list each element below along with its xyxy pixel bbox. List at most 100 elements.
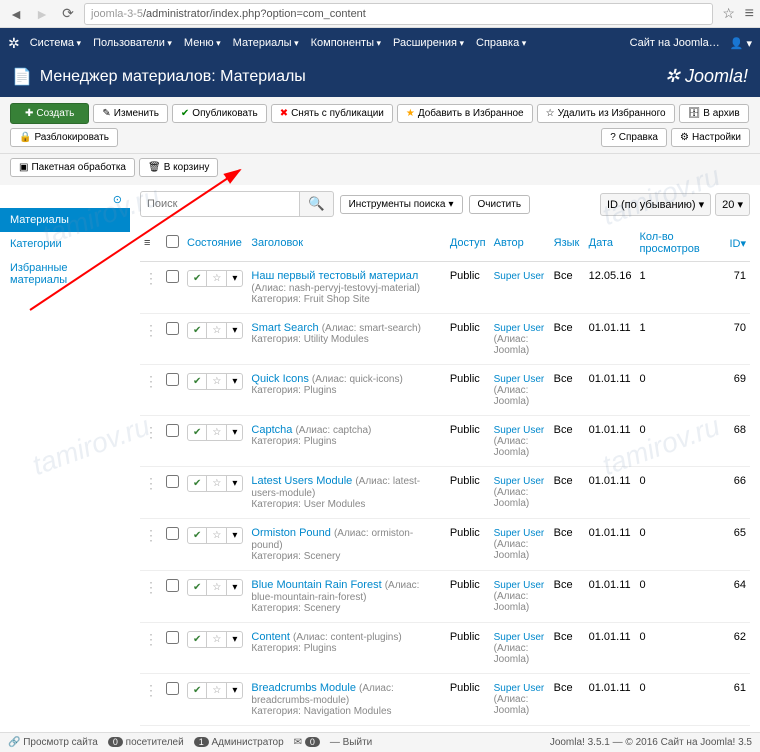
- new-button[interactable]: ✚Создать: [10, 103, 89, 124]
- article-title[interactable]: Quick Icons: [251, 373, 308, 385]
- author-link[interactable]: Super User: [494, 425, 545, 436]
- sidebar-item-featured[interactable]: Избранные материалы: [0, 256, 130, 292]
- drag-icon[interactable]: ⋮: [144, 373, 158, 389]
- messages[interactable]: ✉ 0: [294, 737, 320, 748]
- state-buttons[interactable]: ✔☆▾: [187, 424, 243, 441]
- trash-button[interactable]: 🗑В корзину: [139, 158, 218, 177]
- row-checkbox[interactable]: [166, 631, 179, 644]
- reload-icon[interactable]: ⟳: [58, 4, 78, 24]
- menu-components[interactable]: Компоненты: [311, 37, 381, 49]
- state-buttons[interactable]: ✔☆▾: [187, 475, 243, 492]
- feature-button[interactable]: ★Добавить в Избранное: [397, 104, 533, 123]
- col-state[interactable]: Состояние: [183, 225, 247, 262]
- menu-menus[interactable]: Меню: [184, 37, 221, 49]
- drag-icon[interactable]: ⋮: [144, 682, 158, 698]
- help-button[interactable]: ?Справка: [601, 128, 667, 147]
- author-link[interactable]: Super User: [494, 580, 545, 591]
- site-link[interactable]: Сайт на Joomla…: [630, 37, 720, 49]
- author-link[interactable]: Super User: [494, 476, 545, 487]
- row-checkbox[interactable]: [166, 682, 179, 695]
- publish-button[interactable]: ✔Опубликовать: [172, 104, 267, 123]
- article-title[interactable]: Breadcrumbs Module: [251, 682, 356, 694]
- state-buttons[interactable]: ✔☆▾: [187, 270, 243, 287]
- hits-cell: 0: [635, 674, 725, 726]
- drag-icon[interactable]: ⋮: [144, 475, 158, 491]
- menu-help[interactable]: Справка: [476, 37, 526, 49]
- menu-extensions[interactable]: Расширения: [393, 37, 464, 49]
- row-checkbox[interactable]: [166, 270, 179, 283]
- author-link[interactable]: Super User: [494, 632, 545, 643]
- clear-button[interactable]: Очистить: [469, 195, 531, 214]
- menu-icon[interactable]: ≡: [745, 5, 754, 23]
- drag-icon[interactable]: ⋮: [144, 424, 158, 440]
- sort-select[interactable]: ID (по убыванию) ▾: [600, 193, 711, 216]
- check-all[interactable]: [166, 235, 179, 248]
- row-checkbox[interactable]: [166, 424, 179, 437]
- admin-link[interactable]: 1 Администратор: [194, 737, 284, 748]
- back-icon[interactable]: ◄: [6, 4, 26, 24]
- preview-link[interactable]: 🔗 Просмотр сайта: [8, 737, 98, 748]
- menu-users[interactable]: Пользователи: [93, 37, 172, 49]
- drag-icon[interactable]: ⋮: [144, 527, 158, 543]
- author-link[interactable]: Super User: [494, 374, 545, 385]
- state-buttons[interactable]: ✔☆▾: [187, 322, 243, 339]
- url-bar[interactable]: joomla-3-5/administrator/index.php?optio…: [84, 3, 713, 25]
- row-checkbox[interactable]: [166, 527, 179, 540]
- forward-icon[interactable]: ►: [32, 4, 52, 24]
- row-checkbox[interactable]: [166, 322, 179, 335]
- article-title[interactable]: Smart Search: [251, 322, 318, 334]
- state-buttons[interactable]: ✔☆▾: [187, 631, 243, 648]
- article-title[interactable]: Наш первый тестовый материал: [251, 270, 418, 282]
- col-hits[interactable]: Кол-во просмотров: [635, 225, 725, 262]
- visitors[interactable]: 0 посетителей: [108, 737, 184, 748]
- sidebar-item-categories[interactable]: Категории: [0, 232, 130, 256]
- batch-button[interactable]: ▣Пакетная обработка: [10, 158, 135, 177]
- article-title[interactable]: Latest Users Module: [251, 475, 352, 487]
- author-link[interactable]: Super User: [494, 271, 545, 282]
- joomla-icon[interactable]: ✲: [8, 35, 20, 52]
- state-buttons[interactable]: ✔☆▾: [187, 527, 243, 544]
- menu-content[interactable]: Материалы: [233, 37, 299, 49]
- col-order[interactable]: ≡: [140, 225, 162, 262]
- sidebar-item-articles[interactable]: Материалы: [0, 208, 130, 232]
- options-button[interactable]: ⚙Настройки: [671, 128, 750, 147]
- col-date[interactable]: Дата: [585, 225, 636, 262]
- menu-system[interactable]: Система: [30, 37, 81, 49]
- bookmark-icon[interactable]: ☆: [719, 4, 739, 24]
- drag-icon[interactable]: ⋮: [144, 322, 158, 338]
- state-buttons[interactable]: ✔☆▾: [187, 373, 243, 390]
- article-title[interactable]: Captcha: [251, 424, 292, 436]
- col-access[interactable]: Доступ: [446, 225, 490, 262]
- state-buttons[interactable]: ✔☆▾: [187, 682, 243, 699]
- author-link[interactable]: Super User: [494, 528, 545, 539]
- col-title[interactable]: Заголовок: [247, 225, 445, 262]
- col-lang[interactable]: Язык: [550, 225, 585, 262]
- row-checkbox[interactable]: [166, 373, 179, 386]
- col-author[interactable]: Автор: [490, 225, 550, 262]
- checkin-button[interactable]: 🔒Разблокировать: [10, 128, 118, 147]
- user-icon[interactable]: 👤 ▾: [730, 37, 752, 50]
- drag-icon[interactable]: ⋮: [144, 270, 158, 286]
- col-id[interactable]: ID▾: [725, 225, 750, 262]
- edit-button[interactable]: ✎Изменить: [93, 104, 168, 123]
- article-title[interactable]: Content: [251, 631, 290, 643]
- search-input[interactable]: [140, 191, 300, 217]
- author-link[interactable]: Super User: [494, 683, 545, 694]
- search-button[interactable]: 🔍: [300, 191, 334, 217]
- logout-link[interactable]: — Выйти: [330, 737, 372, 748]
- article-title[interactable]: Ormiston Pound: [251, 527, 330, 539]
- drag-icon[interactable]: ⋮: [144, 631, 158, 647]
- author-link[interactable]: Super User: [494, 323, 545, 334]
- article-title[interactable]: Blue Mountain Rain Forest: [251, 579, 381, 591]
- unpublish-button[interactable]: ✖Снять с публикации: [271, 104, 393, 123]
- row-checkbox[interactable]: [166, 475, 179, 488]
- drag-icon[interactable]: ⋮: [144, 579, 158, 595]
- row-checkbox[interactable]: [166, 579, 179, 592]
- sidebar-collapse-icon[interactable]: ⊙: [0, 191, 130, 208]
- state-buttons[interactable]: ✔☆▾: [187, 579, 243, 596]
- search-tools-button[interactable]: Инструменты поиска ▾: [340, 195, 463, 214]
- limit-select[interactable]: 20 ▾: [715, 193, 750, 216]
- archive-button[interactable]: 🗄В архив: [679, 104, 749, 123]
- date-cell: 01.01.11: [585, 416, 636, 467]
- unfeature-button[interactable]: ☆Удалить из Избранного: [537, 104, 675, 123]
